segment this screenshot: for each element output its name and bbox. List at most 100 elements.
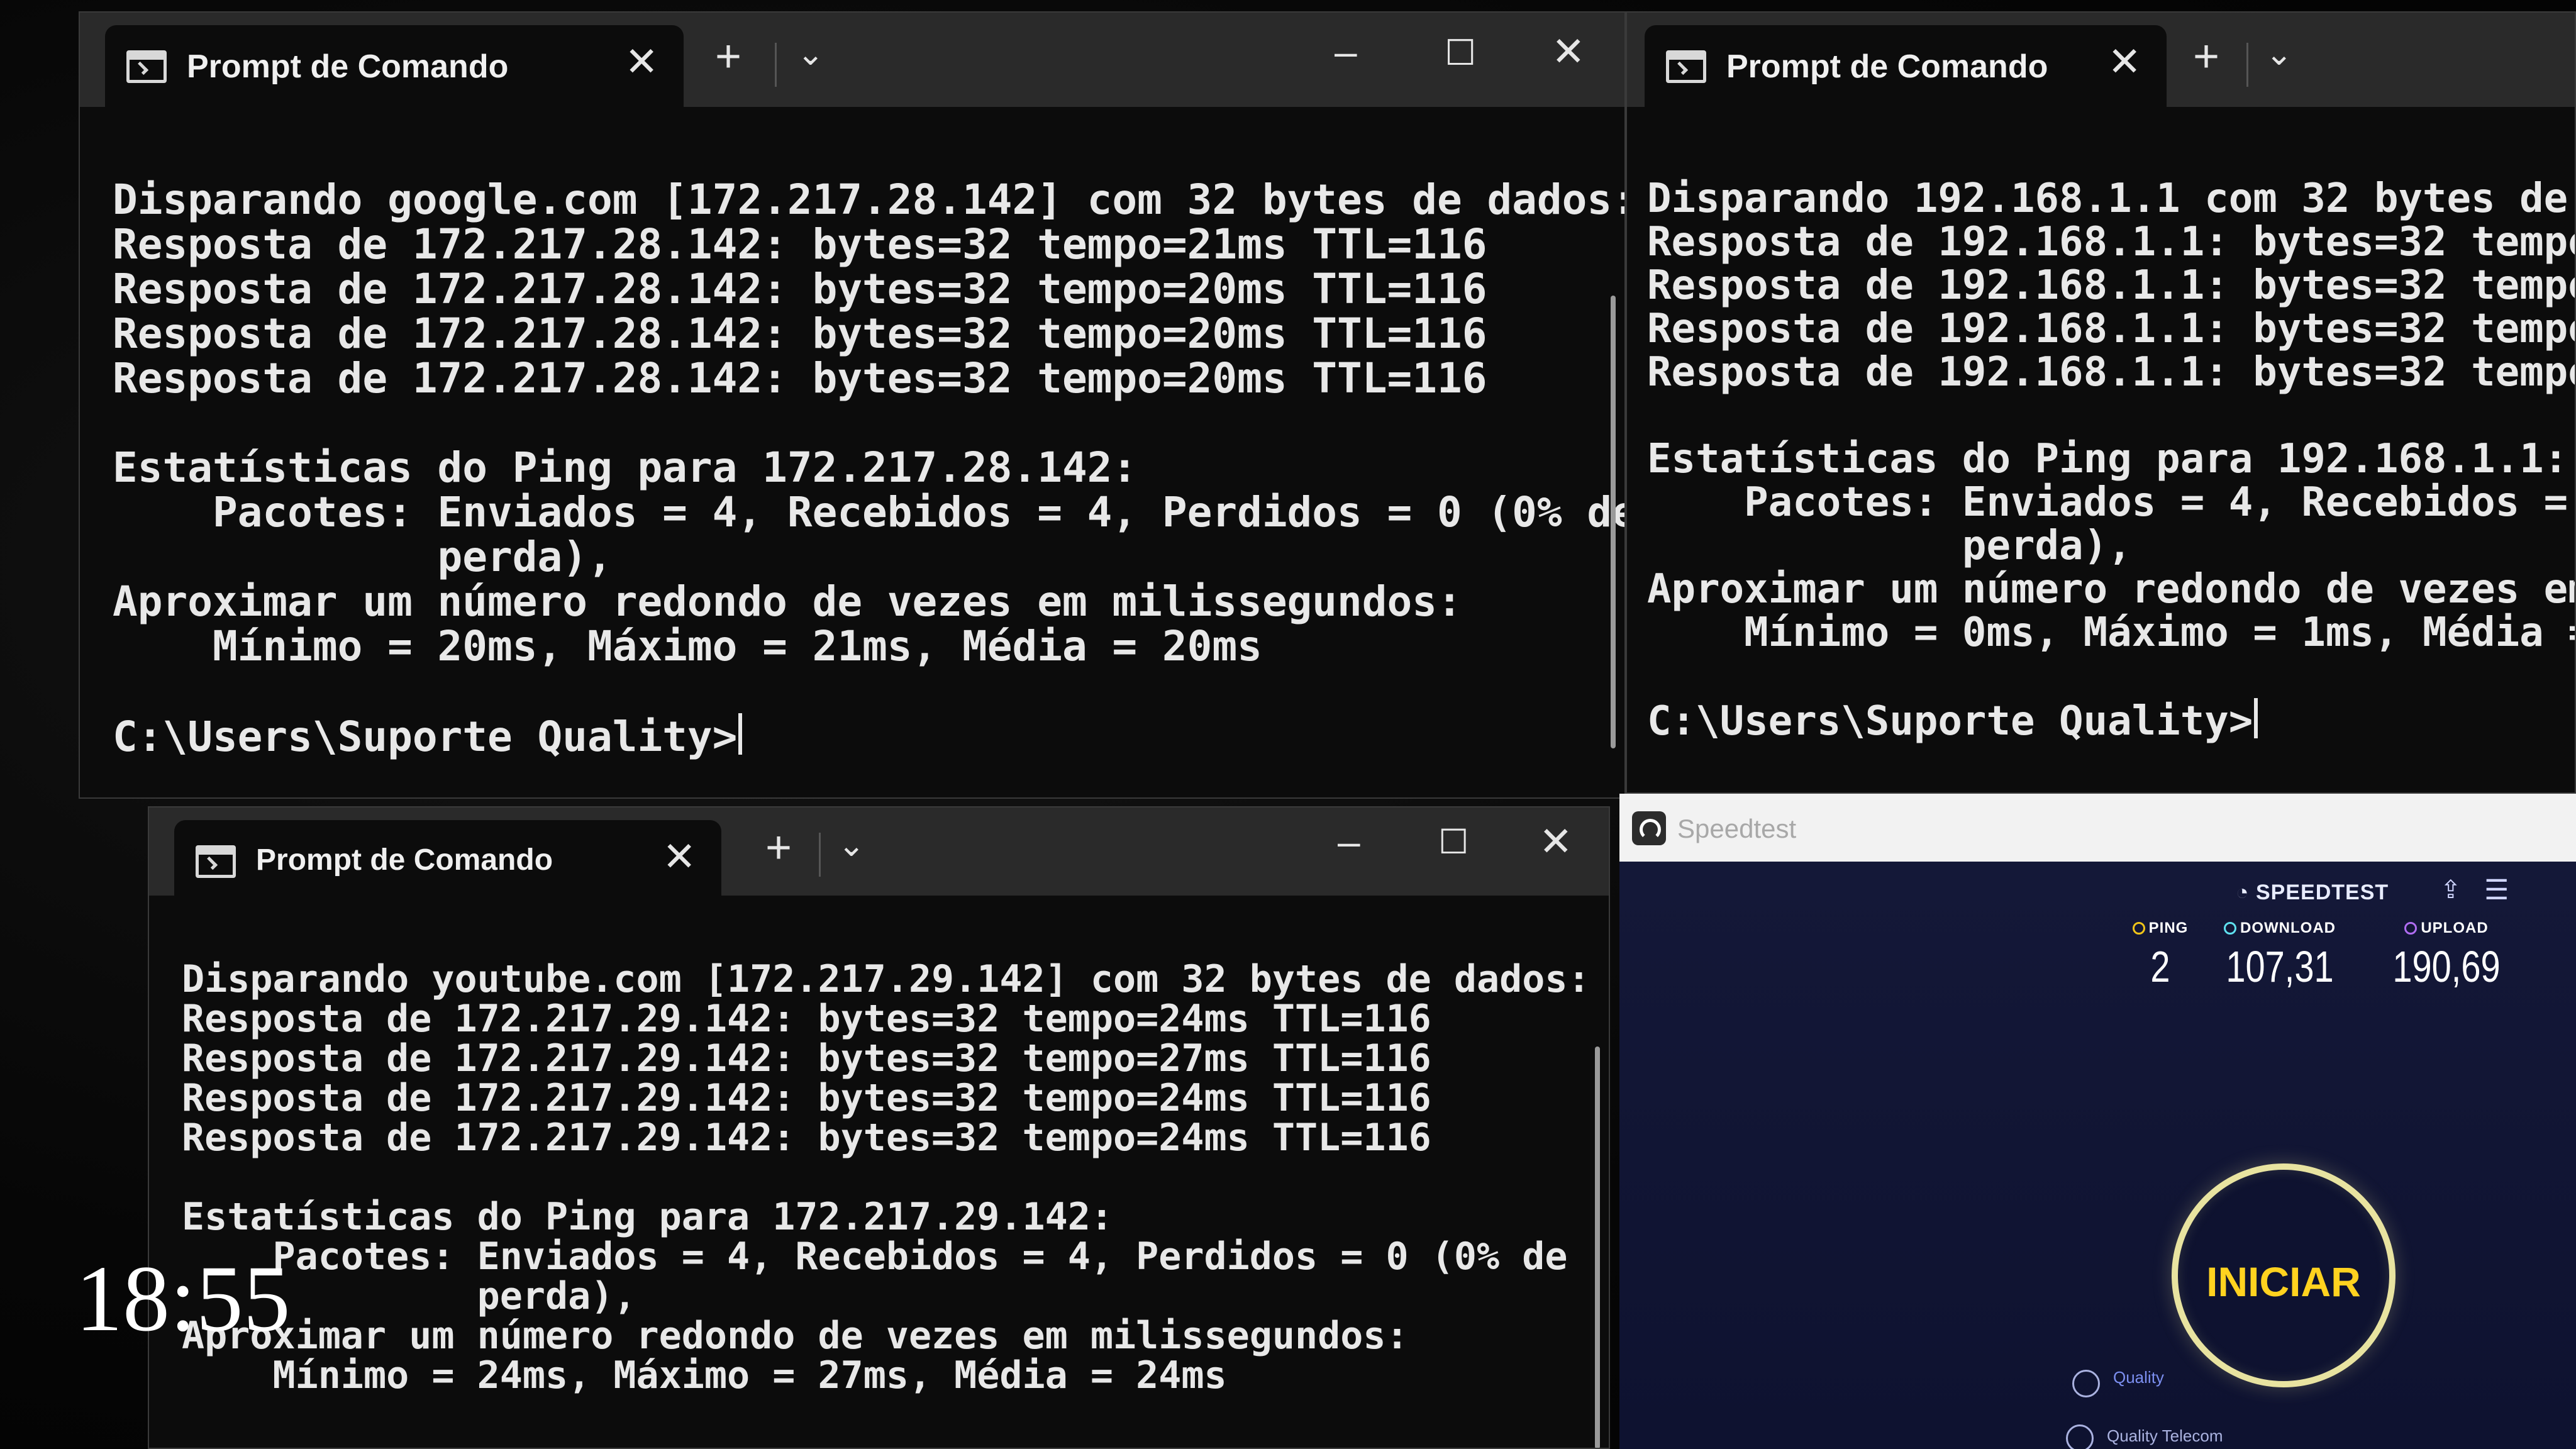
command-prompt[interactable]: C:\Users\Suporte Quality> (113, 713, 1599, 759)
ping-label: PING (2148, 919, 2189, 936)
text-cursor (2254, 698, 2258, 738)
server-name[interactable]: Quality Telecom (2107, 1426, 2223, 1446)
start-button[interactable]: INICIAR (2172, 1163, 2396, 1387)
console-line: Pacotes: Enviados = 4, Recebidos = 4, Pe… (113, 488, 1626, 536)
upload-value: 190,69 (2392, 942, 2501, 991)
console-line: Resposta de 172.217.29.142: bytes=32 tem… (182, 997, 1431, 1041)
terminal-tab[interactable]: Prompt de Comando ✕ (174, 820, 721, 896)
download-value: 107,31 (2226, 942, 2334, 991)
console-line: Mínimo = 0ms, Máximo = 1ms, Média = 0ms (1744, 609, 2575, 656)
console-line: Estatísticas do Ping para 192.168.1.1: (1647, 436, 2568, 482)
console-line: Disparando youtube.com [172.217.29.142] … (182, 957, 1591, 1001)
download-metric: DOWNLOAD 107,31 (2204, 919, 2355, 989)
download-icon (2224, 922, 2236, 935)
console-output: Disparando 192.168.1.1 com 32 bytes de d… (1647, 175, 2575, 792)
tab-separator (819, 833, 821, 877)
console-line: Pacotes: Enviados = 4, Recebidos = 4, Pe… (1744, 479, 2568, 526)
terminal-icon (126, 50, 167, 83)
console-line: Estatísticas do Ping para 172.217.28.142… (113, 443, 1138, 492)
console-line: Resposta de 192.168.1.1: bytes=32 tempo<… (1647, 219, 2575, 265)
terminal-window-google: Prompt de Comando ✕ + ⌄ – ☐ ✕ Disparando… (79, 11, 1626, 799)
console-line: Resposta de 172.217.28.142: bytes=32 tem… (113, 265, 1487, 313)
terminal-icon (196, 845, 236, 878)
ping-icon (2132, 922, 2145, 935)
minimize-icon[interactable]: – (1338, 821, 1360, 862)
chevron-down-icon[interactable]: ⌄ (2265, 38, 2293, 70)
prompt-text: C:\Users\Suporte Quality> (1647, 698, 2253, 745)
console-line: Aproximar um número redondo de vezes em … (182, 1314, 1409, 1358)
tab-bar: Prompt de Comando ✕ + ⌄ (1627, 13, 2575, 107)
tab-separator (2246, 43, 2248, 87)
command-prompt[interactable]: C:\Users\Suporte Quality> (1647, 698, 2550, 743)
isp-icon (2072, 1370, 2100, 1397)
scrollbar[interactable] (1595, 1046, 1600, 1448)
terminal-window-gateway: Prompt de Comando ✕ + ⌄ Disparando 192.1… (1626, 11, 2576, 794)
ping-metric: PING 2 (2104, 919, 2217, 989)
console-line: Resposta de 172.217.29.142: bytes=32 tem… (182, 1076, 1431, 1120)
tab-title: Prompt de Comando (187, 48, 509, 85)
tab-title: Prompt de Comando (256, 843, 553, 877)
tab-bar: Prompt de Comando ✕ + ⌄ – ☐ ✕ (149, 808, 1609, 896)
ping-value: 2 (2150, 942, 2170, 991)
console-line: perda), (182, 1274, 636, 1318)
desktop-photo: Prompt de Comando ✕ + ⌄ – ☐ ✕ Disparando… (0, 0, 2576, 1449)
terminal-tab[interactable]: Prompt de Comando ✕ (1645, 25, 2167, 107)
close-icon[interactable]: ✕ (2107, 42, 2141, 82)
console-line: Estatísticas do Ping para 172.217.29.142… (182, 1195, 1114, 1239)
plus-icon[interactable]: + (2193, 34, 2219, 79)
console-line: Disparando 192.168.1.1 com 32 bytes de d… (1647, 175, 2568, 222)
speedtest-app-icon (1632, 811, 1666, 845)
console-line: Resposta de 172.217.28.142: bytes=32 tem… (113, 354, 1487, 402)
close-icon[interactable]: ✕ (662, 836, 696, 877)
download-label: DOWNLOAD (2240, 919, 2336, 936)
minimize-icon[interactable]: – (1335, 31, 1357, 72)
server-icon (2066, 1424, 2094, 1449)
tab-bar: Prompt de Comando ✕ + ⌄ – ☐ ✕ (80, 13, 1624, 107)
console-line: Aproximar um número redondo de vezes em … (1647, 566, 2575, 613)
console-line: Mínimo = 20ms, Máximo = 21ms, Média = 20… (113, 622, 1262, 670)
console-line: Resposta de 192.168.1.1: bytes=32 tempo=… (1647, 349, 2575, 396)
console-line: perda), (1647, 523, 2132, 569)
maximize-icon[interactable]: ☐ (1445, 35, 1476, 70)
prompt-text: C:\Users\Suporte Quality> (113, 713, 738, 761)
console-line: Resposta de 172.217.28.142: bytes=32 tem… (113, 309, 1487, 358)
console-line: Resposta de 192.168.1.1: bytes=32 tempo<… (1647, 306, 2575, 352)
console-line: Resposta de 172.217.28.142: bytes=32 tem… (113, 220, 1487, 269)
scrollbar[interactable] (1611, 296, 1616, 748)
console-line: Aproximar um número redondo de vezes em … (113, 577, 1462, 626)
console-line: perda), (113, 533, 613, 581)
console-line: Mínimo = 24ms, Máximo = 27ms, Média = 24… (182, 1353, 1227, 1397)
maximize-icon[interactable]: ☐ (1438, 825, 1468, 859)
speedtest-window-title: Speedtest (1677, 814, 1797, 843)
plus-icon[interactable]: + (765, 825, 792, 870)
console-output: Disparando youtube.com [172.217.29.142] … (182, 957, 1591, 1448)
chevron-down-icon[interactable]: ⌄ (838, 829, 865, 862)
upload-metric: UPLOAD 190,69 (2374, 919, 2519, 989)
upload-icon (2404, 922, 2418, 935)
menu-icon[interactable]: ☰ (2484, 874, 2509, 906)
terminal-tab[interactable]: Prompt de Comando ✕ (105, 25, 684, 107)
share-icon[interactable]: ⇪ (2440, 875, 2462, 904)
close-icon[interactable]: ✕ (625, 42, 658, 82)
console-line: Resposta de 192.168.1.1: bytes=32 tempo<… (1647, 262, 2575, 309)
plus-icon[interactable]: + (715, 34, 741, 79)
console-line: Disparando google.com [172.217.28.142] c… (113, 175, 1626, 224)
console-line: Resposta de 172.217.29.142: bytes=32 tem… (182, 1036, 1431, 1080)
console-output: Disparando google.com [172.217.28.142] c… (113, 175, 1626, 797)
close-window-icon[interactable]: ✕ (1539, 821, 1573, 862)
speedtest-brand: ◔ SPEEDTEST (2236, 880, 2389, 904)
terminal-icon (1666, 50, 1706, 83)
speedtest-window: Speedtest ◔ SPEEDTEST ⇪ ☰ PING 2 DOWNLOA… (1619, 794, 2576, 1449)
tab-title: Prompt de Comando (1726, 48, 2048, 85)
start-button-label: INICIAR (2206, 1258, 2361, 1305)
terminal-window-youtube: Prompt de Comando ✕ + ⌄ – ☐ ✕ Disparando… (148, 806, 1610, 1449)
timestamp-overlay: 18:55 (75, 1246, 291, 1351)
chevron-down-icon[interactable]: ⌄ (797, 38, 824, 70)
close-window-icon[interactable]: ✕ (1552, 31, 1585, 72)
console-line: Pacotes: Enviados = 4, Recebidos = 4, Pe… (182, 1235, 1568, 1279)
tab-separator (775, 43, 777, 87)
isp-name[interactable]: Quality (2113, 1368, 2164, 1387)
